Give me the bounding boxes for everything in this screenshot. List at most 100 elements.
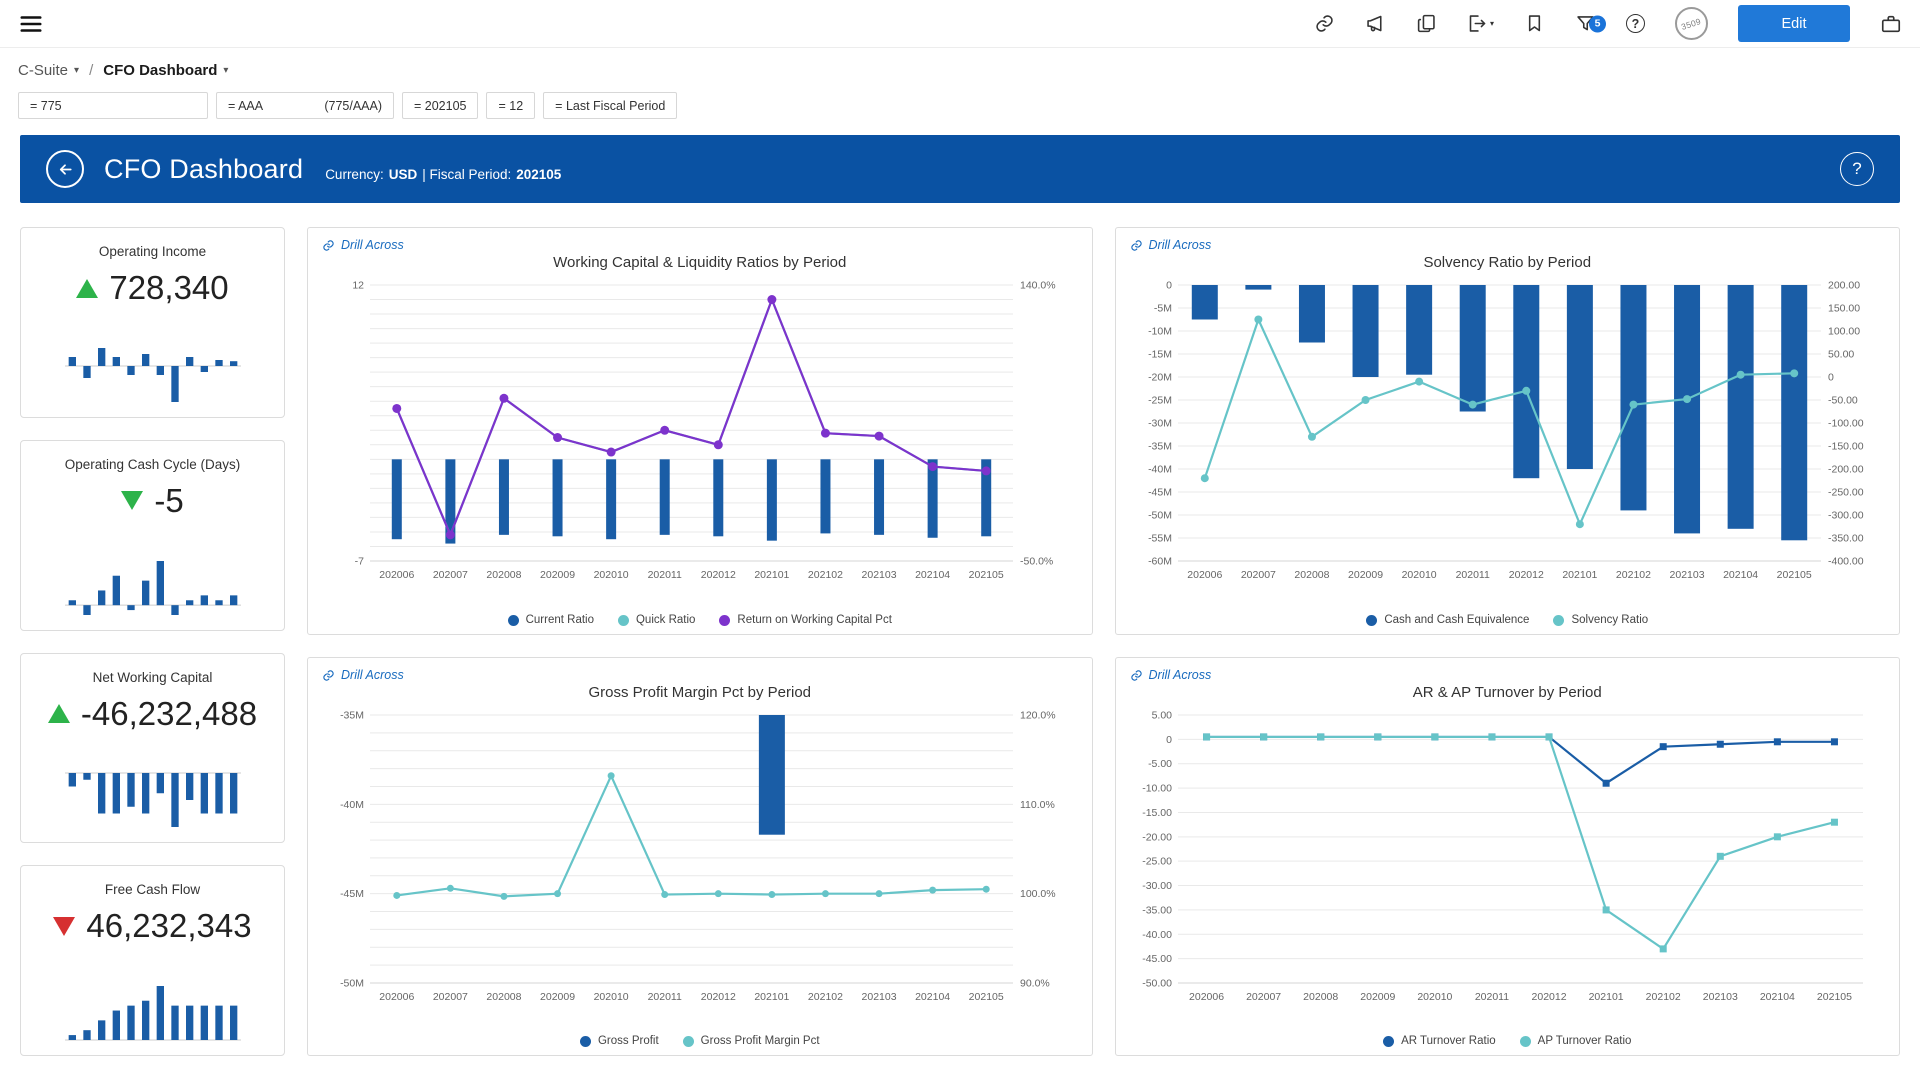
svg-text:202102: 202102 [808, 569, 843, 581]
legend-item[interactable]: Cash and Cash Equivalence [1366, 614, 1529, 626]
svg-text:-200.00: -200.00 [1828, 464, 1864, 476]
header-meta: Currency: USD | Fiscal Period: 202105 [325, 167, 561, 182]
kpi-card-operating-income[interactable]: Operating Income 728,340 [20, 227, 285, 418]
svg-text:-30M: -30M [1148, 418, 1172, 430]
legend-item[interactable]: Current Ratio [508, 614, 594, 626]
breadcrumb-current[interactable]: CFO Dashboard ▾ [103, 62, 228, 79]
svg-text:202008: 202008 [486, 991, 521, 1003]
kpi-title: Operating Cash Cycle (Days) [65, 457, 241, 472]
legend-item[interactable]: Return on Working Capital Pct [719, 614, 891, 626]
kpi-sparkline [65, 345, 241, 405]
edit-button[interactable]: Edit [1738, 5, 1850, 42]
legend-dot [719, 615, 730, 626]
svg-text:202009: 202009 [540, 569, 575, 581]
chart-legend: Current Ratio Quick Ratio Return on Workin… [322, 610, 1078, 626]
svg-text:202010: 202010 [594, 991, 629, 1003]
dashboard-help-icon[interactable]: ? [1840, 152, 1874, 186]
svg-text:0: 0 [1166, 280, 1172, 292]
svg-text:100.00: 100.00 [1828, 326, 1860, 338]
legend-dot [1366, 615, 1377, 626]
filter-chip[interactable]: = Last Fiscal Period [543, 92, 677, 119]
filter-chip[interactable]: = 12 [486, 92, 535, 119]
filter-chip[interactable]: = 202105 [402, 92, 478, 119]
chart-canvas[interactable]: -35M-40M-45M-50M120.0%110.0%100.0%90.0%2… [322, 705, 1075, 1009]
link-icon [322, 239, 335, 252]
svg-text:150.00: 150.00 [1828, 303, 1860, 315]
breadcrumb-current-label: CFO Dashboard [103, 62, 217, 79]
svg-text:-40M: -40M [1148, 464, 1172, 476]
svg-text:-250.00: -250.00 [1828, 487, 1864, 499]
trend-up-icon [48, 704, 70, 723]
export-icon[interactable]: ▾ [1467, 9, 1494, 39]
svg-text:202007: 202007 [433, 991, 468, 1003]
svg-text:202011: 202011 [1455, 569, 1489, 581]
svg-text:50.00: 50.00 [1828, 349, 1854, 361]
filter-count-badge: 5 [1589, 15, 1606, 32]
kpi-card-free-cash-flow[interactable]: Free Cash Flow 46,232,343 [20, 865, 285, 1056]
svg-text:-10.00: -10.00 [1142, 783, 1172, 795]
reset-stamp-icon[interactable]: 3509 [1675, 7, 1708, 40]
svg-text:202104: 202104 [915, 569, 950, 581]
svg-text:202007: 202007 [1246, 991, 1281, 1003]
kpi-value: 46,232,343 [53, 907, 251, 945]
kpi-title: Free Cash Flow [105, 882, 200, 897]
svg-text:200.00: 200.00 [1828, 280, 1860, 292]
svg-text:-5M: -5M [1153, 303, 1171, 315]
kpi-card-net-working-capital[interactable]: Net Working Capital -46,232,488 [20, 653, 285, 844]
legend-item[interactable]: AP Turnover Ratio [1520, 1035, 1632, 1047]
drill-across-link[interactable]: Drill Across [322, 238, 404, 252]
svg-text:-40.00: -40.00 [1142, 929, 1172, 941]
bookmark-icon[interactable] [1524, 9, 1545, 39]
chart-canvas[interactable]: 0-5M-10M-15M-20M-25M-30M-35M-40M-45M-50M… [1130, 275, 1883, 587]
svg-text:-35M: -35M [340, 710, 364, 722]
kpi-sparkline [65, 558, 241, 618]
back-button[interactable] [46, 150, 84, 188]
chart-canvas[interactable]: 5.000-5.00-10.00-15.00-20.00-25.00-30.00… [1130, 705, 1883, 1009]
filter-funnel-icon[interactable]: 5 [1575, 9, 1596, 39]
link-icon[interactable] [1314, 9, 1335, 39]
help-icon[interactable]: ? [1626, 9, 1645, 39]
menu-icon[interactable] [18, 9, 44, 39]
drill-across-link[interactable]: Drill Across [322, 668, 404, 682]
drill-across-link[interactable]: Drill Across [1130, 238, 1212, 252]
svg-text:202007: 202007 [1240, 569, 1275, 581]
svg-text:202006: 202006 [379, 569, 414, 581]
svg-text:202008: 202008 [1303, 991, 1338, 1003]
svg-text:202102: 202102 [1615, 569, 1650, 581]
svg-text:202101: 202101 [754, 991, 789, 1003]
legend-item[interactable]: Gross Profit [580, 1035, 659, 1047]
link-icon [322, 669, 335, 682]
legend-item[interactable]: Gross Profit Margin Pct [683, 1035, 820, 1047]
megaphone-icon[interactable] [1365, 9, 1386, 39]
legend-dot [1383, 1036, 1394, 1047]
svg-text:202006: 202006 [379, 991, 414, 1003]
svg-text:-5.00: -5.00 [1148, 758, 1172, 770]
svg-text:202103: 202103 [1669, 569, 1704, 581]
legend-dot [580, 1036, 591, 1047]
svg-text:-45M: -45M [340, 888, 364, 900]
filter-chip[interactable]: = 775 [18, 92, 208, 119]
topbar-actions: ▾ 5 ? 3509 Edit [1314, 5, 1902, 42]
svg-text:202103: 202103 [862, 569, 897, 581]
briefcase-icon[interactable] [1880, 9, 1902, 39]
drill-across-link[interactable]: Drill Across [1130, 668, 1212, 682]
svg-text:-100.00: -100.00 [1828, 418, 1864, 430]
legend-item[interactable]: Quick Ratio [618, 614, 695, 626]
currency-value: USD [389, 167, 418, 182]
svg-text:202104: 202104 [1759, 991, 1794, 1003]
svg-text:202103: 202103 [1702, 991, 1737, 1003]
filter-chip[interactable]: = AAA(775/AAA) [216, 92, 394, 119]
filter-chip-row: = 775 = AAA(775/AAA) = 202105 = 12 = Las… [0, 79, 1920, 119]
chart-title: Gross Profit Margin Pct by Period [322, 684, 1078, 701]
svg-text:202006: 202006 [1189, 991, 1224, 1003]
breadcrumb-root[interactable]: C-Suite ▾ [18, 62, 79, 79]
legend-item[interactable]: Solvency Ratio [1553, 614, 1648, 626]
svg-text:202105: 202105 [1776, 569, 1811, 581]
copy-pages-icon[interactable] [1416, 9, 1437, 39]
svg-text:202006: 202006 [1187, 569, 1222, 581]
legend-item[interactable]: AR Turnover Ratio [1383, 1035, 1496, 1047]
svg-text:-25M: -25M [1148, 395, 1172, 407]
chart-canvas[interactable]: 12-7140.0%-50.0%202006202007202008202009… [322, 275, 1075, 587]
svg-text:-35M: -35M [1148, 441, 1172, 453]
kpi-card-operating-cash-cycle[interactable]: Operating Cash Cycle (Days) -5 [20, 440, 285, 631]
